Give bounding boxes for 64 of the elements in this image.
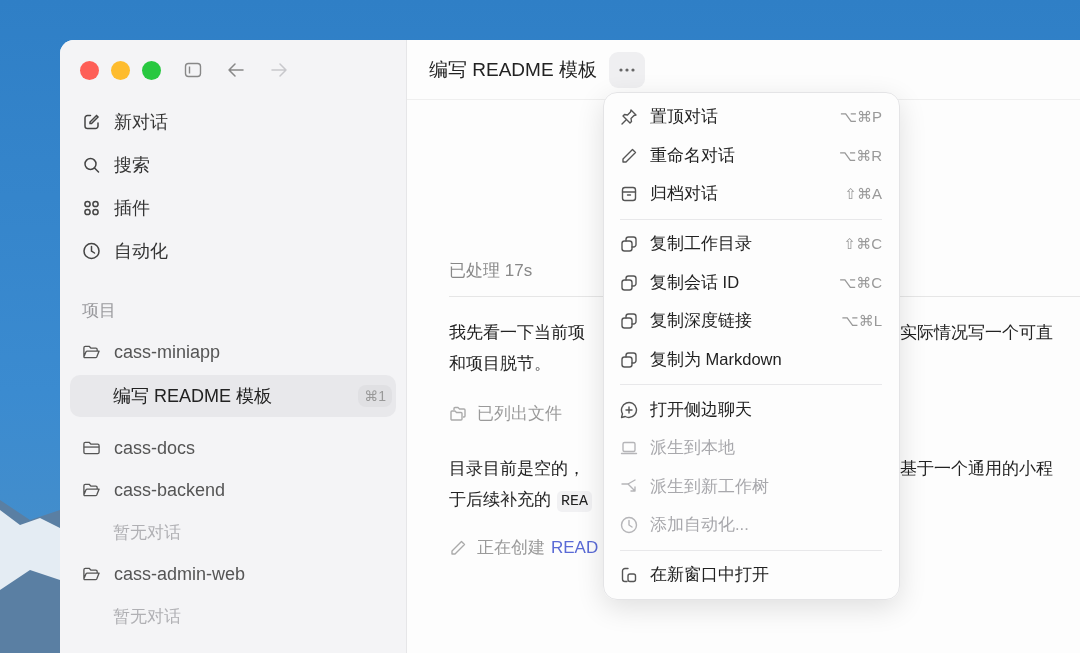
section-heading: 项目 (81, 299, 117, 322)
sidebar-nav-item[interactable]: 自动化 (70, 229, 396, 272)
shortcut-badge: ⌘1 (358, 385, 392, 407)
copy-icon (620, 273, 638, 292)
chat-title-heading: 编写 README 模板 (429, 57, 597, 82)
close-icon[interactable] (80, 60, 99, 80)
shortcut-text: ⌥⌘C (838, 273, 882, 292)
menu-item[interactable]: 复制为 Markdown (620, 340, 882, 379)
message-text: 实际情况写一个可直 (900, 322, 1054, 344)
open-folder-icon (82, 343, 101, 361)
empty-note: 暂无对话 (112, 605, 182, 628)
menu-item[interactable]: 复制深度链接 ⌥⌘L (620, 302, 882, 341)
more-button[interactable] (608, 51, 645, 88)
message-text: 基于一个通用的小程 (900, 458, 1054, 480)
project-folder-item[interactable]: cass-miniapp (70, 331, 396, 373)
sidebar-nav-item[interactable]: 新对话 (70, 100, 396, 143)
message-text: 和项目脱节。 (449, 353, 552, 375)
shortcut-text: ⌥⌘P (839, 108, 882, 127)
project-folder-item[interactable]: cass-backend (70, 469, 396, 511)
menu-item[interactable]: 置顶对话 ⌥⌘P (620, 98, 882, 137)
compose-icon (82, 112, 101, 131)
minimize-icon[interactable] (111, 60, 130, 80)
folder-icon (82, 439, 101, 457)
file-link[interactable]: READ (551, 537, 599, 558)
folders-icon (449, 404, 467, 423)
shortcut-text: ⌥⌘R (838, 146, 882, 165)
sidebar-nav-item[interactable]: 插件 (70, 186, 396, 229)
project-folder-item[interactable]: cass-docs (70, 427, 396, 469)
message-text: 我先看一下当前项 (449, 322, 586, 344)
project-folder-item[interactable]: cass-admin-web (70, 553, 396, 595)
sidebar-nav-item[interactable]: 搜索 (70, 143, 396, 186)
copy-icon (620, 235, 638, 254)
menu-item[interactable]: 重命名对话 ⌥⌘R (620, 136, 882, 175)
menu-item[interactable]: 归档对话 ⇧⌘A (620, 175, 882, 214)
maximize-icon[interactable] (142, 60, 161, 80)
chat-item[interactable]: 编写 README 模板 ⌘1 (70, 375, 396, 417)
pin-icon (620, 108, 638, 127)
back-arrow-icon[interactable] (227, 61, 245, 79)
activity-text: 已列出文件 (477, 403, 562, 425)
grid-icon (82, 198, 101, 217)
search-icon (82, 155, 101, 174)
shortcut-text: ⇧⌘A (844, 185, 882, 204)
pencil-icon (449, 538, 467, 557)
empty-note: 暂无对话 (112, 521, 182, 544)
copy-icon (620, 312, 638, 331)
shortcut-text: ⌥⌘L (841, 312, 882, 331)
chat-title: 编写 README 模板 (113, 385, 272, 408)
clock-icon (82, 241, 101, 260)
pencil-icon (620, 146, 638, 165)
activity-text: 正在创建 (477, 537, 545, 559)
open-folder-icon (82, 565, 101, 583)
archive-icon (620, 185, 638, 204)
copy-icon (620, 350, 638, 369)
clock-icon (620, 516, 638, 535)
message-text: 目录目前是空的， (449, 458, 586, 480)
open-folder-icon (82, 481, 101, 499)
menu-item[interactable]: 打开侧边聊天 (620, 390, 882, 429)
shortcut-text: ⇧⌘C (843, 235, 882, 254)
message-text: 于后续补充的 REA (449, 484, 603, 517)
window-icon (620, 566, 638, 585)
menu-item[interactable]: 在新窗口中打开 (620, 556, 882, 595)
sidebar-toggle-icon[interactable] (184, 61, 202, 79)
more-icon (617, 66, 636, 73)
chatplus-icon (620, 400, 638, 419)
